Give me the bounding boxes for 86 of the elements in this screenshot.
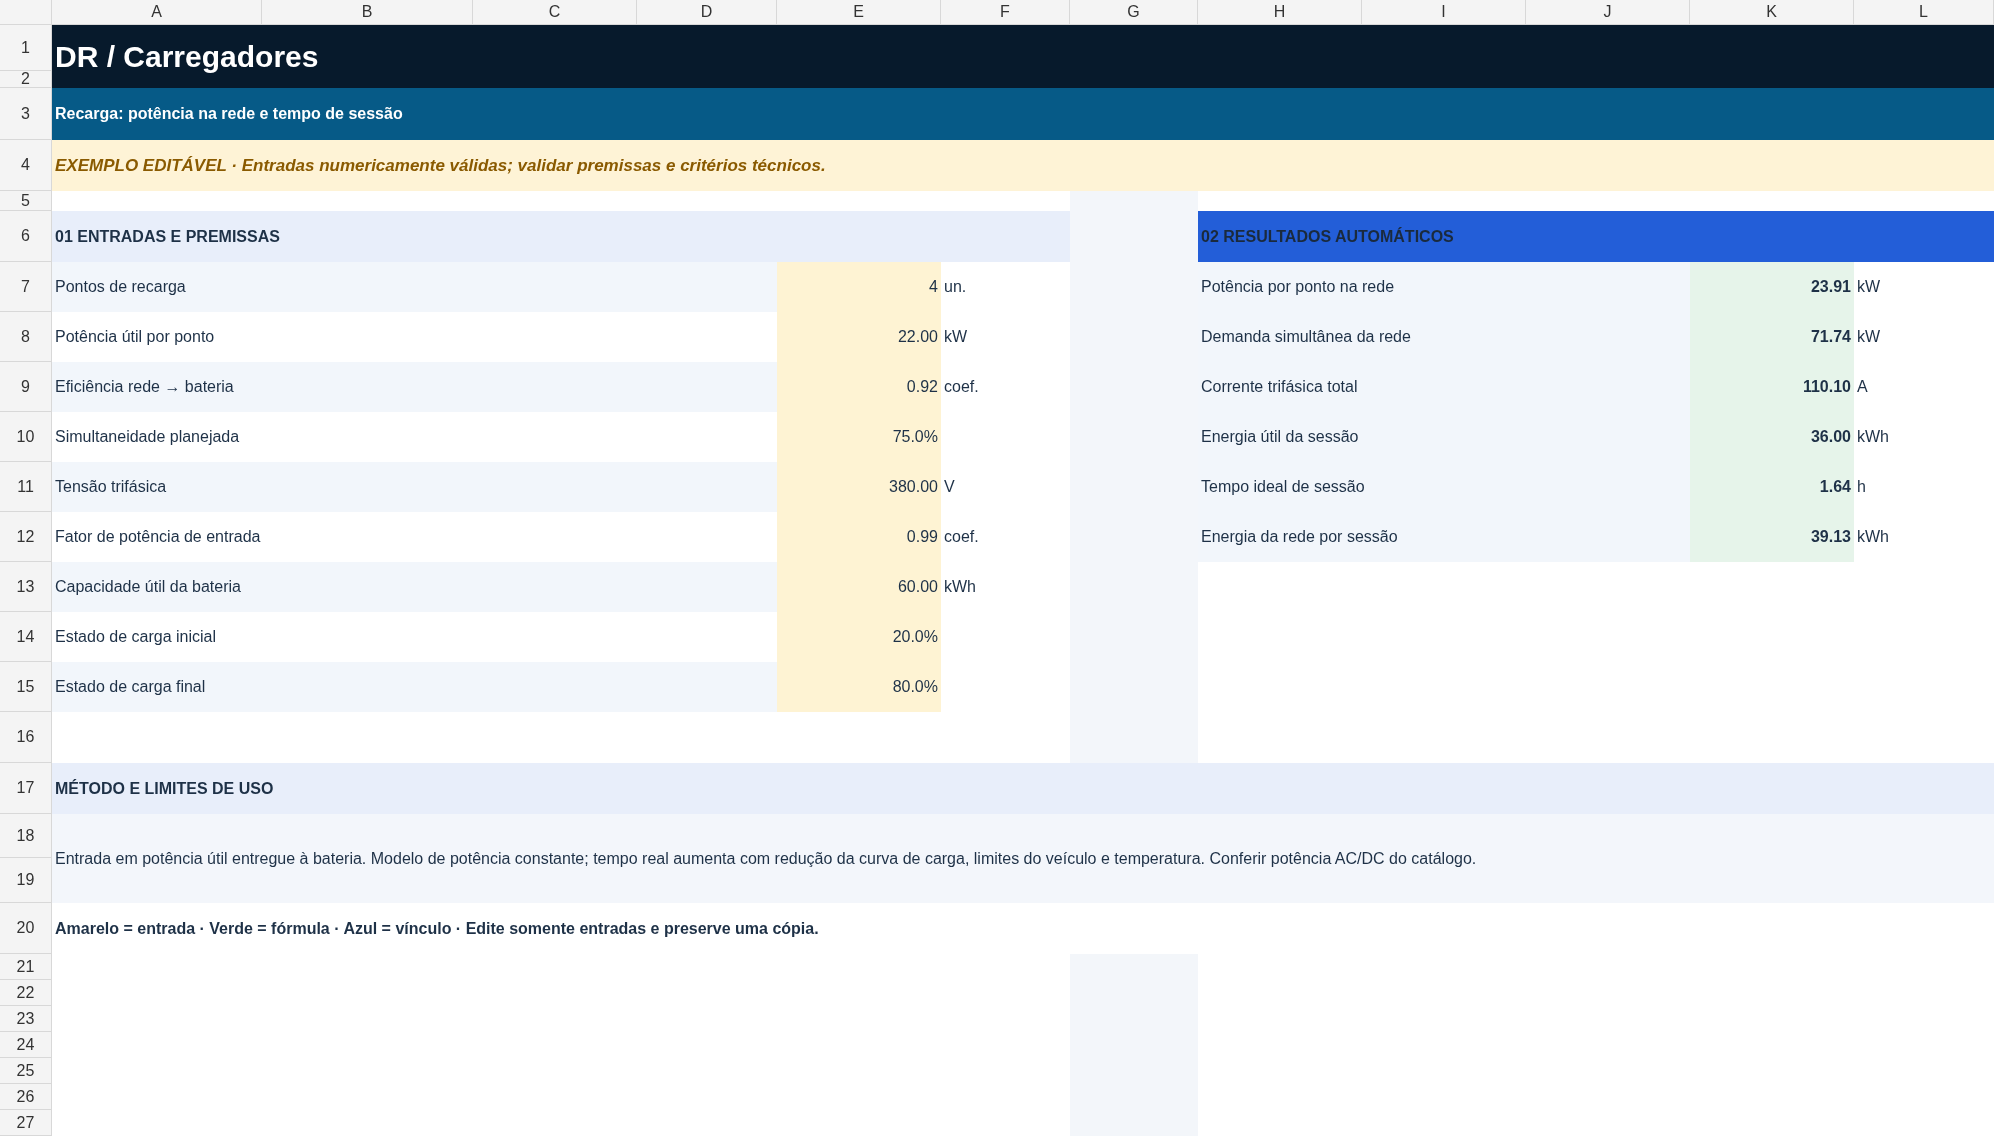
result-cell: 71.74 xyxy=(1690,312,1854,362)
input-cell[interactable]: 20.0% xyxy=(777,612,941,662)
row-header[interactable]: 7 xyxy=(0,262,52,312)
input-cell[interactable]: 75.0% xyxy=(777,412,941,462)
column-header[interactable]: G xyxy=(1070,0,1198,25)
row-header[interactable]: 10 xyxy=(0,412,52,462)
row-header[interactable]: 17 xyxy=(0,763,52,814)
unit-label: kW xyxy=(1856,277,1882,297)
input-cell[interactable]: 0.99 xyxy=(777,512,941,562)
section-header: 02 RESULTADOS AUTOMÁTICOS xyxy=(1198,211,1994,262)
input-cell[interactable]: 22.00 xyxy=(777,312,941,362)
column-header[interactable]: H xyxy=(1198,0,1362,25)
row-header[interactable]: 27 xyxy=(0,1110,52,1136)
row-header[interactable]: 4 xyxy=(0,140,52,191)
row-header[interactable]: 16 xyxy=(0,712,52,763)
input-cell[interactable]: 4 xyxy=(777,262,941,312)
input-cell[interactable]: 380.00 xyxy=(777,462,941,512)
row-header[interactable]: 6 xyxy=(0,211,52,262)
corner-cell xyxy=(0,0,52,25)
unit-label: kW xyxy=(1856,327,1882,347)
input-cell[interactable]: 80.0% xyxy=(777,662,941,712)
row-header[interactable]: 23 xyxy=(0,1006,52,1032)
row-header[interactable]: 22 xyxy=(0,980,52,1006)
section-header: MÉTODO E LIMITES DE USO xyxy=(52,763,1994,814)
row-header[interactable]: 1 xyxy=(0,25,52,71)
unit-label: kWh xyxy=(1856,527,1890,547)
result-label: Corrente trifásica total xyxy=(1198,362,1690,412)
row-header[interactable]: 14 xyxy=(0,612,52,662)
parameter-label: Tensão trifásica xyxy=(52,462,777,512)
section-header: 01 ENTRADAS E PREMISSAS xyxy=(52,211,1070,262)
legend-text: Amarelo = entrada · Verde = fórmula · Azul = vínculo · Edite somente entradas e preserve uma cópia. xyxy=(54,918,820,939)
row-header[interactable]: 9 xyxy=(0,362,52,412)
result-cell: 39.13 xyxy=(1690,512,1854,562)
column-header[interactable]: K xyxy=(1690,0,1854,25)
parameter-label: Pontos de recarga xyxy=(52,262,777,312)
row-header[interactable]: 26 xyxy=(0,1084,52,1110)
row-header[interactable]: 20 xyxy=(0,903,52,954)
input-cell[interactable]: 0.92 xyxy=(777,362,941,412)
result-cell: 110.10 xyxy=(1690,362,1854,412)
result-label: Potência por ponto na rede xyxy=(1198,262,1690,312)
row-header[interactable]: 12 xyxy=(0,512,52,562)
column-header[interactable]: J xyxy=(1526,0,1690,25)
result-label: Energia da rede por sessão xyxy=(1198,512,1690,562)
sheet-subtitle: Recarga: potência na rede e tempo de sessão xyxy=(52,88,1994,140)
row-header[interactable]: 24 xyxy=(0,1032,52,1058)
row-header[interactable]: 11 xyxy=(0,462,52,512)
unit-label: A xyxy=(1856,377,1869,397)
result-cell: 23.91 xyxy=(1690,262,1854,312)
row-header[interactable]: 5 xyxy=(0,191,52,211)
unit-label: un. xyxy=(943,277,968,297)
result-label: Demanda simultânea da rede xyxy=(1198,312,1690,362)
column-header[interactable]: F xyxy=(941,0,1070,25)
row-header[interactable]: 2 xyxy=(0,71,52,88)
column-header[interactable]: A xyxy=(52,0,262,25)
unit-label: coef. xyxy=(943,527,980,547)
column-header[interactable]: C xyxy=(473,0,637,25)
unit-label: V xyxy=(943,477,956,497)
result-cell: 36.00 xyxy=(1690,412,1854,462)
unit-label: kW xyxy=(943,327,969,347)
column-header[interactable]: I xyxy=(1362,0,1526,25)
row-header[interactable]: 25 xyxy=(0,1058,52,1084)
row-header[interactable]: 3 xyxy=(0,88,52,140)
row-header[interactable]: 18 xyxy=(0,814,52,858)
row-header[interactable]: 13 xyxy=(0,562,52,612)
unit-label: h xyxy=(1856,477,1867,497)
row-header[interactable]: 8 xyxy=(0,312,52,362)
parameter-label: Capacidade útil da bateria xyxy=(52,562,777,612)
row-header[interactable]: 21 xyxy=(0,954,52,980)
column-header[interactable]: D xyxy=(637,0,777,25)
row-header[interactable]: 15 xyxy=(0,662,52,712)
result-label: Energia útil da sessão xyxy=(1198,412,1690,462)
column-header[interactable]: E xyxy=(777,0,941,25)
input-cell[interactable]: 60.00 xyxy=(777,562,941,612)
parameter-label: Estado de carga final xyxy=(52,662,777,712)
sheet-title: DR / Carregadores xyxy=(52,25,1994,88)
result-label: Tempo ideal de sessão xyxy=(1198,462,1690,512)
unit-label: kWh xyxy=(943,577,977,597)
unit-label: kWh xyxy=(1856,427,1890,447)
parameter-label: Eficiência rede → bateria xyxy=(52,362,777,412)
row-header[interactable]: 19 xyxy=(0,858,52,903)
unit-label: coef. xyxy=(943,377,980,397)
method-note: Entrada em potência útil entregue à bateria. Modelo de potência constante; tempo real aumenta com redução da curva de carga, limites do veículo e temperatura. Conferir potência AC/DC do catálogo. xyxy=(52,814,1994,903)
notice-text: EXEMPLO EDITÁVEL · Entradas numericamente válidas; validar premissas e critérios técnicos. xyxy=(52,140,1994,191)
column-header[interactable]: B xyxy=(262,0,473,25)
result-cell: 1.64 xyxy=(1690,462,1854,512)
column-header[interactable]: L xyxy=(1854,0,1994,25)
